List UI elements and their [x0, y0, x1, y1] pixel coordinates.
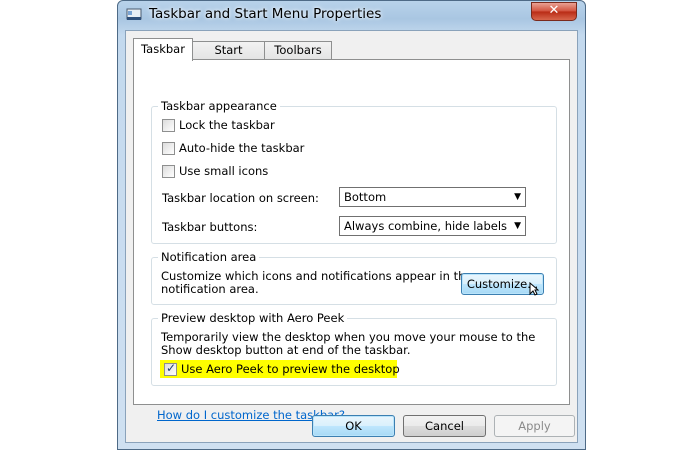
tab-label: Toolbars [274, 43, 322, 57]
tab-start-menu[interactable]: Start Menu [192, 41, 265, 74]
checkbox-label: Use small icons [179, 164, 269, 178]
taskbar-app-icon [126, 8, 142, 20]
checkbox-label: Auto-hide the taskbar [179, 141, 305, 155]
tab-toolbars[interactable]: Toolbars [264, 41, 332, 60]
button-label: Cancel [425, 419, 464, 433]
title-bar[interactable]: Taskbar and Start Menu Properties ✕ [118, 1, 585, 29]
cancel-button[interactable]: Cancel [403, 415, 486, 437]
button-label: Apply [518, 419, 551, 433]
checkbox-label: Use Aero Peek to preview the desktop [181, 362, 400, 376]
tab-label: Taskbar [141, 42, 185, 56]
aero-peek-checkbox[interactable] [164, 361, 177, 376]
taskbar-buttons-label: Taskbar buttons: [162, 220, 258, 234]
chevron-down-icon: ▼ [514, 192, 521, 202]
dropdown-value: Bottom [344, 190, 387, 204]
autohide-checkbox-row[interactable]: Auto-hide the taskbar [162, 140, 304, 156]
group-legend: Preview desktop with Aero Peek [158, 311, 348, 325]
chevron-down-icon: ▼ [514, 221, 521, 231]
window-title: Taskbar and Start Menu Properties [149, 6, 382, 22]
group-legend: Notification area [158, 250, 260, 264]
checkbox-label: Lock the taskbar [179, 118, 275, 132]
properties-window: Taskbar and Start Menu Properties ✕ Task… [117, 0, 586, 450]
button-label: OK [345, 419, 362, 433]
small-icons-checkbox[interactable] [162, 164, 175, 178]
taskbar-tab-panel: Taskbar appearance Lock the taskbar Auto… [133, 59, 570, 422]
lock-taskbar-checkbox-row[interactable]: Lock the taskbar [162, 117, 275, 133]
notification-area-group: Notification area Customize which icons … [151, 250, 557, 305]
lock-taskbar-checkbox[interactable] [162, 118, 175, 132]
small-icons-checkbox-row[interactable]: Use small icons [162, 163, 268, 179]
aero-peek-checkbox-row[interactable]: Use Aero Peek to preview the desktop [164, 361, 400, 377]
ok-button[interactable]: OK [312, 415, 395, 437]
mouse-pointer-icon [529, 282, 539, 296]
aero-peek-description-2: Show desktop button at end of the taskba… [161, 343, 411, 357]
dialog-client-area: Taskbar Start Menu Toolbars Taskbar appe… [125, 30, 578, 443]
tab-taskbar[interactable]: Taskbar [133, 38, 193, 61]
location-dropdown[interactable]: Bottom ▼ [339, 187, 526, 207]
button-label: Customize... [466, 277, 539, 291]
close-icon: ✕ [548, 3, 560, 18]
apply-button[interactable]: Apply [494, 415, 575, 437]
autohide-checkbox[interactable] [162, 141, 175, 155]
taskbar-buttons-dropdown[interactable]: Always combine, hide labels ▼ [339, 216, 526, 236]
dropdown-value: Always combine, hide labels [344, 219, 508, 233]
taskbar-appearance-group: Taskbar appearance Lock the taskbar Auto… [151, 99, 557, 244]
location-label: Taskbar location on screen: [162, 191, 319, 205]
notification-description-2: notification area. [161, 282, 259, 296]
group-legend: Taskbar appearance [158, 99, 280, 113]
close-button[interactable]: ✕ [531, 2, 577, 21]
